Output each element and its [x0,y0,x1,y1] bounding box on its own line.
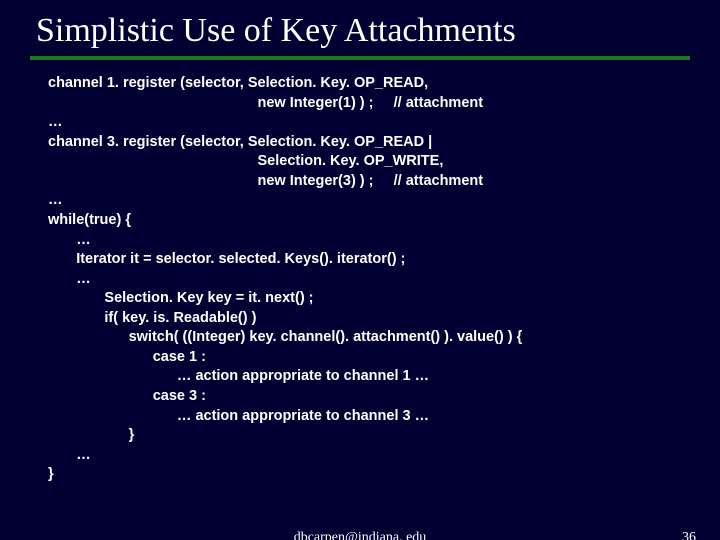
slide-title: Simplistic Use of Key Attachments [36,12,690,50]
title-underline [30,56,690,60]
code-block: channel 1. register (selector, Selection… [48,74,690,485]
page-number: 36 [682,530,696,540]
slide: Simplistic Use of Key Attachments channe… [0,0,720,540]
footer-email: dbcarpen@indiana. edu [0,530,720,540]
